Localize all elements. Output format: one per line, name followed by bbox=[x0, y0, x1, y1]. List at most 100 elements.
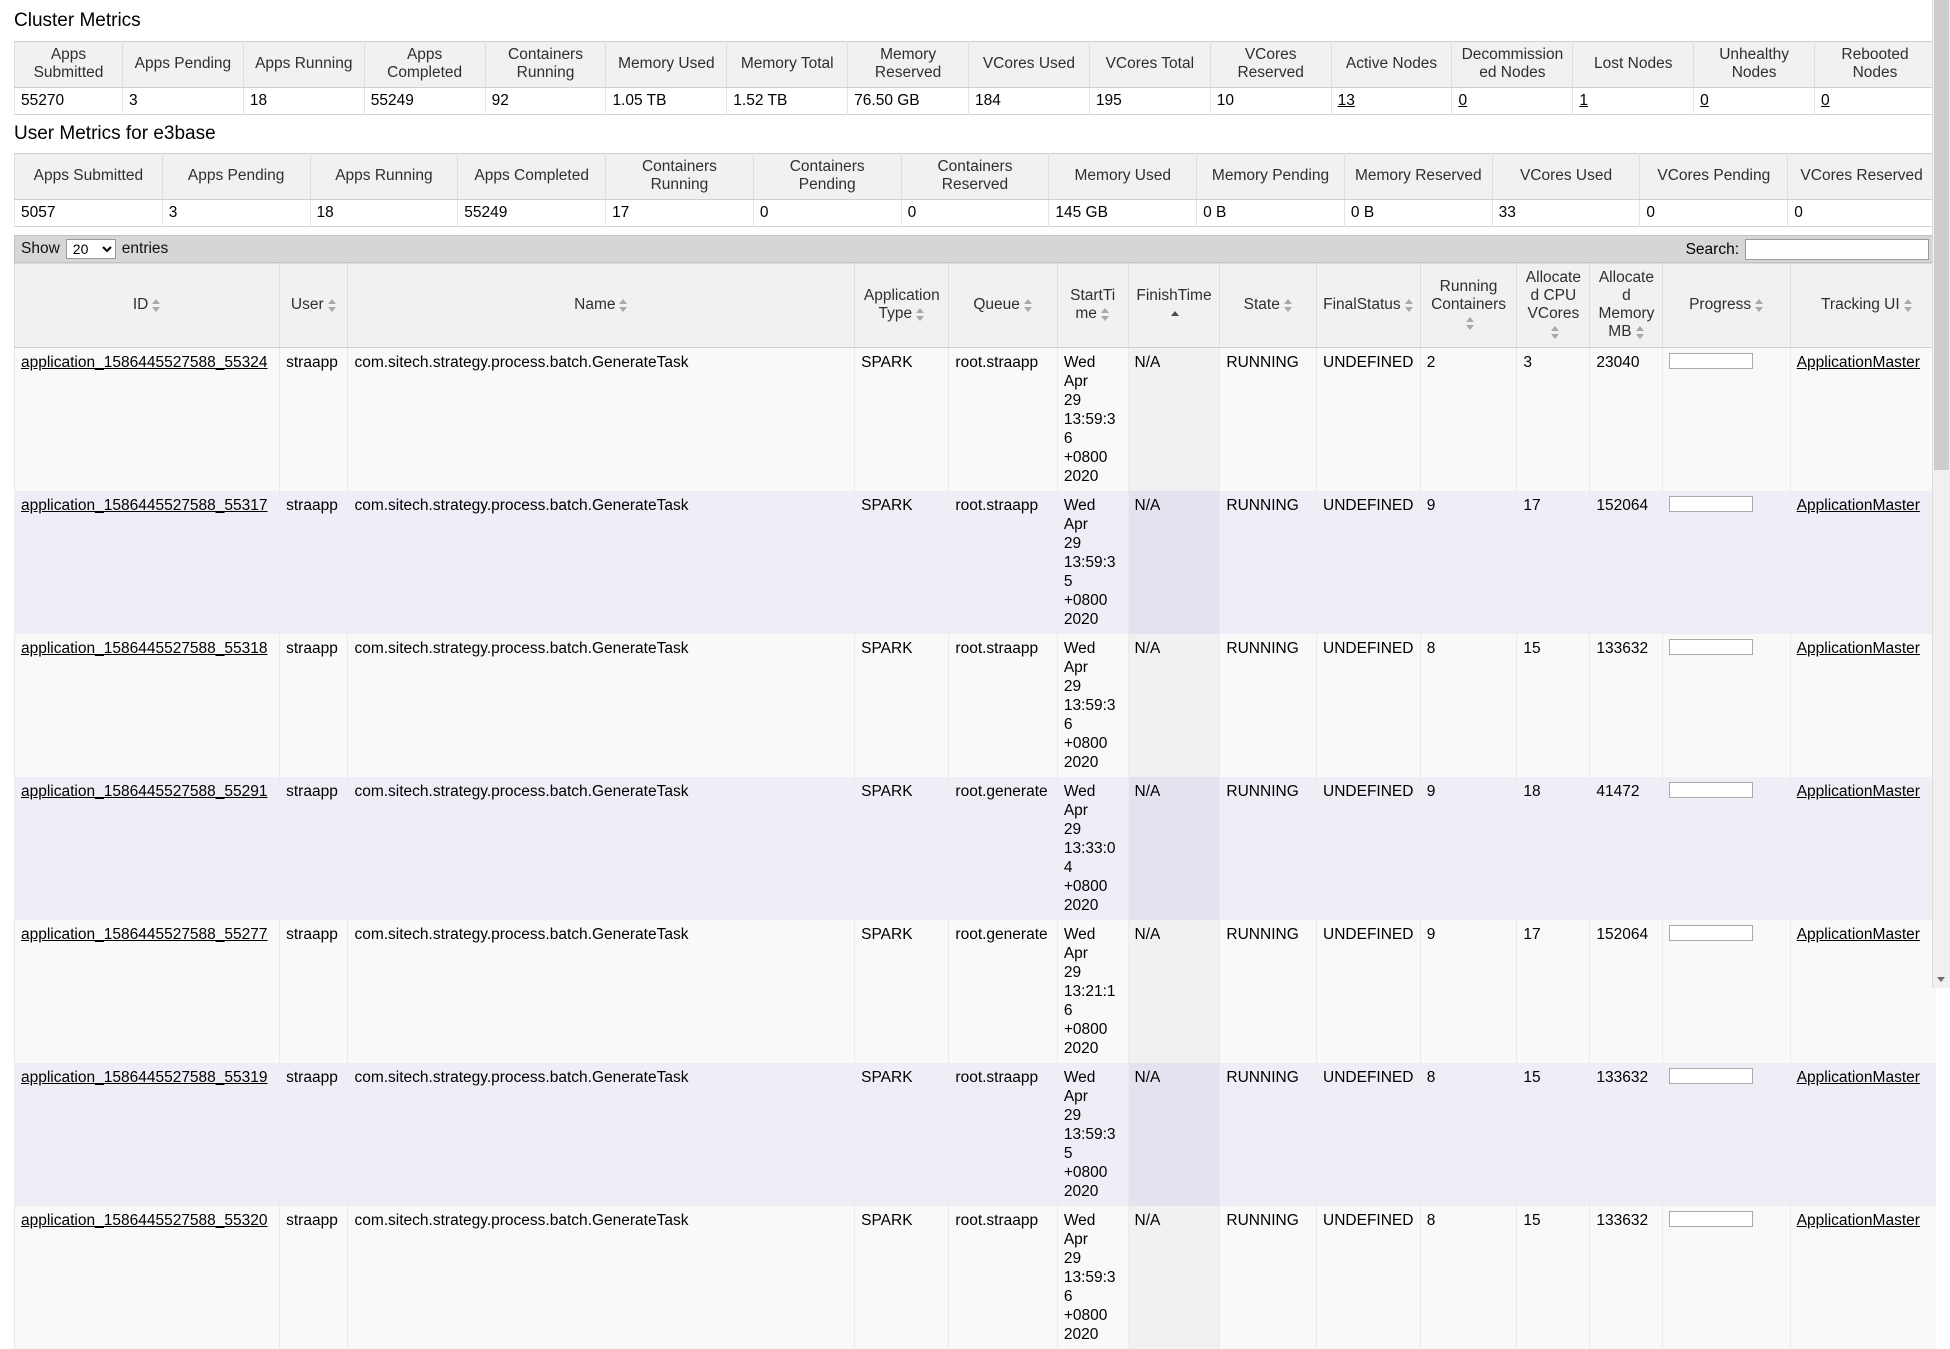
sort-both-icon[interactable] bbox=[1405, 298, 1414, 312]
cluster-metric-value-14[interactable]: 0 bbox=[1694, 88, 1815, 115]
cluster-metric-value-15[interactable]: 0 bbox=[1815, 88, 1936, 115]
app-running-containers-cell: 8 bbox=[1420, 634, 1517, 777]
user-metric-value-5: 0 bbox=[753, 200, 901, 227]
app-tracking-ui-cell-link[interactable]: ApplicationMaster bbox=[1797, 926, 1920, 943]
apps-header-application-type[interactable]: Application Type bbox=[855, 264, 949, 348]
app-state-cell: RUNNING bbox=[1220, 491, 1317, 634]
page-length-select[interactable]: 20406080100 bbox=[66, 239, 116, 259]
app-user-cell: straapp bbox=[280, 1063, 348, 1206]
apps-header-allocated-memory-mb[interactable]: Allocated Memory MB bbox=[1590, 264, 1663, 348]
app-queue-cell: root.generate bbox=[949, 920, 1057, 1063]
sort-both-icon[interactable] bbox=[1284, 298, 1293, 312]
progress-bar bbox=[1669, 353, 1753, 369]
app-tracking-ui-cell-link[interactable]: ApplicationMaster bbox=[1797, 1069, 1920, 1086]
app-tracking-ui-cell[interactable]: ApplicationMaster bbox=[1790, 634, 1936, 777]
app-allocated-memory-cell: 133632 bbox=[1590, 1206, 1663, 1349]
apps-header-running-containers[interactable]: Running Containers bbox=[1420, 264, 1517, 348]
apps-header-state[interactable]: State bbox=[1220, 264, 1317, 348]
user-metric-header-6: Containers Reserved bbox=[901, 154, 1049, 200]
table-row: application_1586445527588_55318straappco… bbox=[15, 634, 1937, 777]
apps-header-starttime[interactable]: StartTime bbox=[1057, 264, 1128, 348]
app-id-cell-link[interactable]: application_1586445527588_55318 bbox=[21, 640, 268, 657]
sort-both-icon[interactable] bbox=[1755, 298, 1764, 312]
sort-both-icon[interactable] bbox=[1636, 325, 1645, 339]
cluster-metrics-title: Cluster Metrics bbox=[0, 0, 1950, 41]
app-id-cell[interactable]: application_1586445527588_55319 bbox=[15, 1063, 280, 1206]
app-tracking-ui-cell[interactable]: ApplicationMaster bbox=[1790, 920, 1936, 1063]
app-id-cell[interactable]: application_1586445527588_55317 bbox=[15, 491, 280, 634]
user-metric-header-2: Apps Running bbox=[310, 154, 458, 200]
user-metrics-table: Apps SubmittedApps PendingApps RunningAp… bbox=[14, 153, 1936, 227]
app-allocated-memory-cell: 23040 bbox=[1590, 348, 1663, 492]
app-id-cell-link[interactable]: application_1586445527588_55291 bbox=[21, 783, 268, 800]
app-tracking-ui-cell-link[interactable]: ApplicationMaster bbox=[1797, 497, 1920, 514]
cluster-metric-value-5: 1.05 TB bbox=[606, 88, 727, 115]
sort-both-icon[interactable] bbox=[1551, 325, 1560, 339]
user-metric-value-7: 145 GB bbox=[1049, 200, 1197, 227]
app-state-cell: RUNNING bbox=[1220, 1063, 1317, 1206]
app-tracking-ui-cell[interactable]: ApplicationMaster bbox=[1790, 1206, 1936, 1349]
apps-header-tracking-ui[interactable]: Tracking UI bbox=[1790, 264, 1936, 348]
sort-both-icon[interactable] bbox=[1101, 307, 1110, 321]
sort-asc-icon[interactable] bbox=[1171, 307, 1180, 321]
app-id-cell[interactable]: application_1586445527588_55320 bbox=[15, 1206, 280, 1349]
app-tracking-ui-cell[interactable]: ApplicationMaster bbox=[1790, 491, 1936, 634]
apps-header-allocated-cpu-vcores[interactable]: Allocated CPU VCores bbox=[1517, 264, 1590, 348]
app-user-cell: straapp bbox=[280, 920, 348, 1063]
search-input[interactable] bbox=[1745, 239, 1929, 260]
app-tracking-ui-cell[interactable]: ApplicationMaster bbox=[1790, 777, 1936, 920]
apps-header-queue[interactable]: Queue bbox=[949, 264, 1057, 348]
applications-header-row: IDUserNameApplication TypeQueueStartTime… bbox=[15, 264, 1937, 348]
cluster-metric-header-14: Unhealthy Nodes bbox=[1694, 42, 1815, 88]
applications-table-wrap: IDUserNameApplication TypeQueueStartTime… bbox=[14, 263, 1936, 1349]
apps-header-id[interactable]: ID bbox=[15, 264, 280, 348]
cluster-metric-value-4: 92 bbox=[485, 88, 606, 115]
scrollbar-thumb[interactable] bbox=[1934, 0, 1949, 470]
cluster-metric-value-13[interactable]: 1 bbox=[1573, 88, 1694, 115]
apps-header-label: FinalStatus bbox=[1323, 296, 1401, 313]
app-allocated-memory-cell: 152064 bbox=[1590, 920, 1663, 1063]
app-id-cell-link[interactable]: application_1586445527588_55324 bbox=[21, 354, 268, 371]
apps-header-finishtime[interactable]: FinishTime bbox=[1128, 264, 1220, 348]
cluster-metric-value-11[interactable]: 13 bbox=[1331, 88, 1452, 115]
app-id-cell[interactable]: application_1586445527588_55277 bbox=[15, 920, 280, 1063]
app-tracking-ui-cell-link[interactable]: ApplicationMaster bbox=[1797, 1212, 1920, 1229]
apps-header-progress[interactable]: Progress bbox=[1663, 264, 1790, 348]
app-tracking-ui-cell[interactable]: ApplicationMaster bbox=[1790, 348, 1936, 492]
cluster-metric-value-7: 76.50 GB bbox=[848, 88, 969, 115]
app-finalstatus-cell: UNDEFINED bbox=[1317, 920, 1421, 1063]
apps-header-finalstatus[interactable]: FinalStatus bbox=[1317, 264, 1421, 348]
sort-both-icon[interactable] bbox=[1904, 298, 1913, 312]
sort-both-icon[interactable] bbox=[328, 298, 337, 312]
app-progress-cell bbox=[1663, 348, 1790, 492]
app-tracking-ui-cell-link[interactable]: ApplicationMaster bbox=[1797, 640, 1920, 657]
app-id-cell-link[interactable]: application_1586445527588_55320 bbox=[21, 1212, 268, 1229]
sort-both-icon[interactable] bbox=[619, 298, 628, 312]
app-id-cell[interactable]: application_1586445527588_55318 bbox=[15, 634, 280, 777]
table-row: application_1586445527588_55277straappco… bbox=[15, 920, 1937, 1063]
app-progress-cell bbox=[1663, 920, 1790, 1063]
scroll-down-arrow[interactable] bbox=[1933, 971, 1950, 988]
app-id-cell[interactable]: application_1586445527588_55291 bbox=[15, 777, 280, 920]
apps-header-user[interactable]: User bbox=[280, 264, 348, 348]
app-id-cell-link[interactable]: application_1586445527588_55317 bbox=[21, 497, 268, 514]
apps-header-name[interactable]: Name bbox=[348, 264, 855, 348]
app-finalstatus-cell: UNDEFINED bbox=[1317, 1206, 1421, 1349]
app-id-cell-link[interactable]: application_1586445527588_55319 bbox=[21, 1069, 268, 1086]
app-type-cell: SPARK bbox=[855, 348, 949, 492]
app-id-cell-link[interactable]: application_1586445527588_55277 bbox=[21, 926, 268, 943]
cluster-metric-value-2: 18 bbox=[243, 88, 364, 115]
sort-both-icon[interactable] bbox=[152, 298, 161, 312]
app-tracking-ui-cell-link[interactable]: ApplicationMaster bbox=[1797, 354, 1920, 371]
app-starttime-cell: Wed Apr 29 13:59:36 +0800 2020 bbox=[1057, 348, 1128, 492]
app-allocated-vcores-cell: 15 bbox=[1517, 1063, 1590, 1206]
vertical-scrollbar[interactable] bbox=[1932, 0, 1950, 988]
app-tracking-ui-cell-link[interactable]: ApplicationMaster bbox=[1797, 783, 1920, 800]
sort-both-icon[interactable] bbox=[1466, 316, 1475, 330]
sort-both-icon[interactable] bbox=[1024, 298, 1033, 312]
app-starttime-cell: Wed Apr 29 13:21:16 +0800 2020 bbox=[1057, 920, 1128, 1063]
cluster-metric-value-12[interactable]: 0 bbox=[1452, 88, 1573, 115]
sort-both-icon[interactable] bbox=[916, 307, 925, 321]
app-tracking-ui-cell[interactable]: ApplicationMaster bbox=[1790, 1063, 1936, 1206]
app-id-cell[interactable]: application_1586445527588_55324 bbox=[15, 348, 280, 492]
